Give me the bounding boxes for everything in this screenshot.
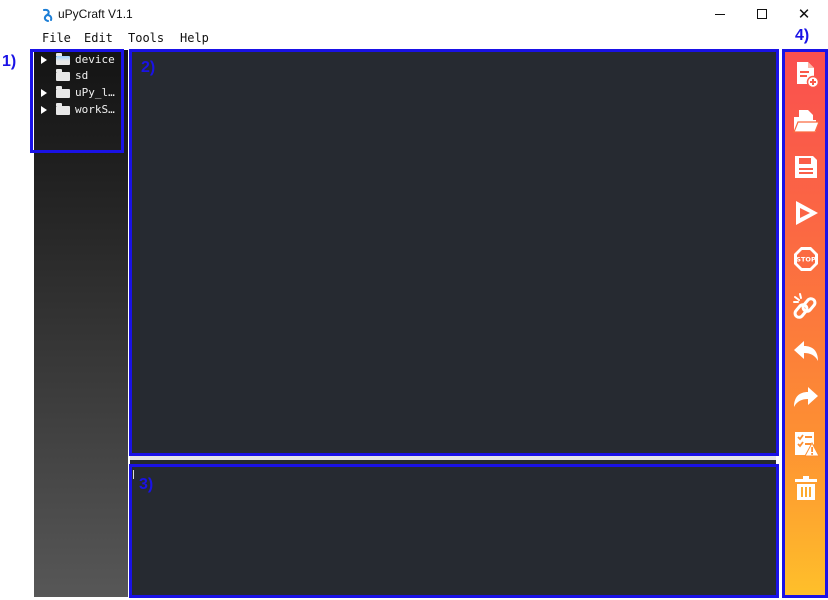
menu-help[interactable]: Help: [180, 31, 209, 45]
window-title: uPyCraft V1.1: [58, 7, 133, 21]
annotation-label-2: 2): [141, 59, 156, 76]
annotation-box-3: [129, 464, 779, 598]
annotation-box-1: [30, 49, 124, 153]
annotation-label-3: 3): [139, 476, 154, 493]
menu-tools[interactable]: Tools: [128, 31, 164, 45]
minimize-button[interactable]: [700, 2, 740, 26]
annotation-box-4: [782, 49, 828, 598]
maximize-icon: [757, 9, 767, 19]
maximize-button[interactable]: [742, 2, 782, 26]
menu-edit[interactable]: Edit: [84, 31, 113, 45]
close-button[interactable]: ✕: [784, 2, 824, 26]
annotation-label-4: 4): [795, 27, 810, 44]
title-bar: uPyCraft V1.1 ✕: [32, 0, 828, 28]
minimize-icon: [715, 13, 725, 15]
annotation-label-1: 1): [2, 53, 17, 70]
close-icon: ✕: [797, 5, 811, 23]
annotation-box-2: [129, 49, 779, 456]
menu-file[interactable]: File: [42, 31, 71, 45]
menu-bar: File Edit Tools Help: [32, 28, 828, 48]
upycraft-logo-icon: [43, 8, 53, 22]
